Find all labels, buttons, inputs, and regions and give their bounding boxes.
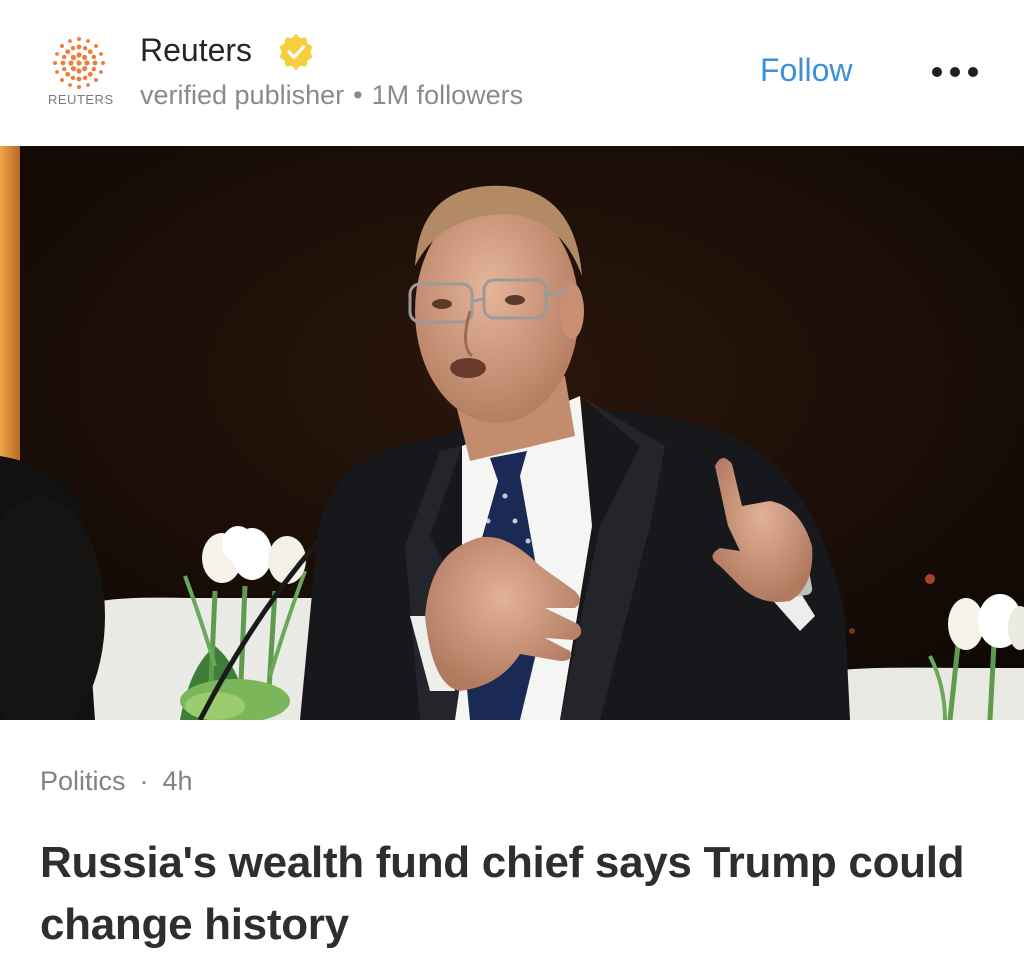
publisher-logo[interactable]: REUTERS — [42, 34, 118, 110]
more-horizontal-icon — [932, 67, 942, 77]
hero-photo — [0, 146, 1024, 720]
article-category[interactable]: Politics — [40, 766, 126, 796]
article-image[interactable] — [0, 146, 1024, 720]
publisher-subtitle: verified publisher — [140, 80, 345, 110]
meta-separator: • — [353, 80, 363, 110]
follow-button[interactable]: Follow — [760, 52, 852, 89]
article-age: 4h — [162, 766, 193, 796]
follower-count: 1M followers — [371, 80, 524, 110]
verified-badge-icon — [279, 33, 313, 71]
publisher-meta: verified publisher • 1M followers — [140, 80, 523, 111]
publisher-name[interactable]: Reuters — [140, 32, 252, 69]
article-headline[interactable]: Russia's wealth fund chief says Trump co… — [40, 832, 990, 956]
more-horizontal-icon — [950, 67, 960, 77]
meta-dot: · — [139, 766, 149, 796]
more-horizontal-icon — [968, 67, 978, 77]
article-meta: Politics · 4h — [40, 766, 193, 797]
publisher-header: REUTERS Reuters verified publisher • 1M fo… — [0, 0, 1024, 146]
more-options-button[interactable] — [928, 58, 982, 86]
stage-light — [0, 146, 20, 461]
logo-wordmark: REUTERS — [48, 92, 114, 107]
reuters-logo-icon — [53, 37, 105, 89]
